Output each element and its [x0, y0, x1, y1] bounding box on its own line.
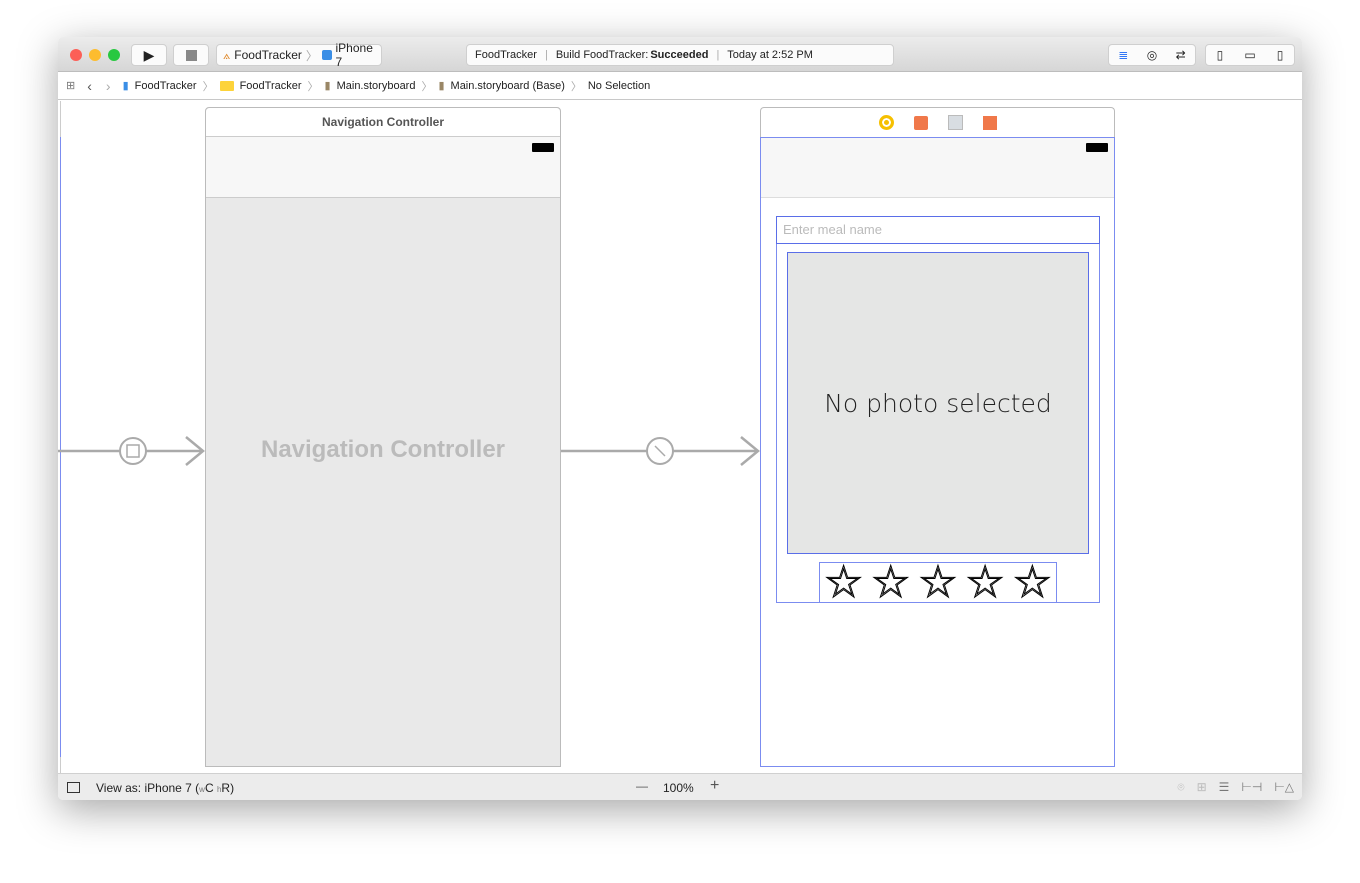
- scene-dock: [760, 107, 1115, 137]
- back-button[interactable]: ‹: [87, 78, 92, 94]
- play-icon: ▶: [143, 46, 155, 63]
- view-controller-icon[interactable]: [878, 115, 894, 130]
- project-icon: ▮: [122, 80, 129, 92]
- breadcrumb-selection[interactable]: No Selection: [588, 80, 650, 92]
- run-button[interactable]: ▶: [131, 44, 167, 66]
- breadcrumb-storyboard-base[interactable]: Main.storyboard (Base): [451, 80, 565, 92]
- stop-icon: [185, 49, 197, 61]
- activity-view: FoodTracker | Build FoodTracker: Succeeded…: [466, 44, 894, 66]
- panel-toggle-group[interactable]: ▯ ▭ ▯: [1205, 44, 1295, 66]
- star-icon[interactable]: ☆: [965, 560, 1005, 605]
- storyboard-canvas[interactable]: Navigation Controller Navigation Control…: [58, 101, 1302, 773]
- version-editor-icon[interactable]: ⇄: [1176, 48, 1186, 62]
- navigator-toggle-icon[interactable]: ▯: [1217, 48, 1224, 62]
- minimize-button[interactable]: [89, 49, 101, 61]
- embed-in-stack-icon[interactable]: ⊞: [1197, 780, 1207, 795]
- storyboard-icon: ▮: [324, 80, 331, 92]
- build-label: Build FoodTracker:: [555, 49, 649, 61]
- navigation-controller-scene[interactable]: Navigation Controller Navigation Control…: [205, 107, 561, 767]
- device-label: iPhone 7: [335, 41, 373, 69]
- activity-project: FoodTracker: [475, 49, 537, 61]
- meal-view-controller-scene[interactable]: Enter meal name No photo selected ☆ ☆ ☆ ☆ ☆: [760, 137, 1115, 767]
- first-responder-icon[interactable]: [913, 115, 928, 130]
- align-icon[interactable]: ☰: [1219, 780, 1230, 795]
- battery-icon: [1086, 143, 1108, 152]
- stop-button[interactable]: [173, 44, 209, 66]
- update-frames-icon[interactable]: ⌾: [1177, 780, 1184, 795]
- debug-toggle-icon[interactable]: ▭: [1244, 48, 1255, 62]
- photo-image-view[interactable]: No photo selected: [787, 252, 1089, 554]
- scheme-selector[interactable]: ⟑ FoodTracker 〉 iPhone 7: [216, 41, 382, 69]
- folder-icon: [219, 80, 234, 91]
- root-segue[interactable]: [58, 436, 205, 466]
- zoom-out-button[interactable]: —: [636, 779, 648, 793]
- editor-mode-group[interactable]: ≣ ◎ ⇄: [1108, 44, 1196, 66]
- zoom-in-button[interactable]: +: [710, 777, 719, 795]
- scheme-label: FoodTracker: [234, 48, 302, 62]
- build-status: Succeeded: [650, 49, 709, 61]
- nav-controller-placeholder: Navigation Controller: [260, 436, 506, 463]
- resolve-autolayout-icon[interactable]: ⊢△: [1274, 780, 1294, 795]
- build-time: Today at 2:52 PM: [727, 49, 813, 61]
- breadcrumb: ⊞ ‹ › ▮ FoodTracker 〉 FoodTracker 〉 ▮ Main…: [58, 72, 1302, 100]
- toolbar: ▶ ⟑ FoodTracker 〉 iPhone 7 FoodTracker | B…: [58, 37, 1302, 72]
- assistant-editor-icon[interactable]: ◎: [1147, 48, 1157, 62]
- navigation-bar: [761, 138, 1114, 198]
- star-icon[interactable]: ☆: [823, 560, 863, 605]
- standard-editor-icon[interactable]: ≣: [1118, 48, 1128, 62]
- rating-control[interactable]: ☆ ☆ ☆ ☆ ☆: [819, 560, 1057, 605]
- battery-icon: [532, 143, 554, 152]
- star-icon[interactable]: ☆: [918, 560, 958, 605]
- utilities-toggle-icon[interactable]: ▯: [1277, 48, 1284, 62]
- relationship-segue[interactable]: [560, 436, 760, 466]
- pin-icon[interactable]: ⊢⊣: [1241, 780, 1262, 795]
- close-button[interactable]: [70, 49, 82, 61]
- meal-name-field[interactable]: Enter meal name: [776, 216, 1100, 244]
- xcode-window: ▶ ⟑ FoodTracker 〉 iPhone 7 FoodTracker | B…: [58, 37, 1302, 800]
- document-outline-toggle-icon[interactable]: [67, 782, 80, 793]
- forward-button[interactable]: ›: [106, 78, 111, 94]
- zoom-button[interactable]: [108, 49, 120, 61]
- view-as-button[interactable]: View as: iPhone 7 (wC hR): [96, 781, 234, 795]
- storyboard-base-icon: ▮: [438, 80, 445, 92]
- navigation-bar: [206, 137, 560, 198]
- breadcrumb-folder[interactable]: FoodTracker: [240, 80, 302, 92]
- zoom-level[interactable]: 100%: [663, 781, 694, 795]
- related-items-icon[interactable]: ⊞: [66, 79, 75, 92]
- device-icon: [321, 50, 332, 60]
- breadcrumb-project[interactable]: FoodTracker: [135, 80, 197, 92]
- exit-icon[interactable]: [982, 115, 997, 130]
- scene-title[interactable]: Navigation Controller: [206, 108, 560, 137]
- no-photo-label: No photo selected: [824, 388, 1052, 418]
- star-icon[interactable]: ☆: [871, 560, 911, 605]
- breadcrumb-storyboard[interactable]: Main.storyboard: [337, 80, 416, 92]
- star-icon[interactable]: ☆: [1012, 560, 1052, 605]
- tap-gesture-icon[interactable]: [947, 115, 963, 130]
- canvas-bottom-bar: View as: iPhone 7 (wC hR) — 100% + ⌾ ⊞ ☰…: [58, 773, 1302, 800]
- app-icon: ⟑: [223, 47, 231, 62]
